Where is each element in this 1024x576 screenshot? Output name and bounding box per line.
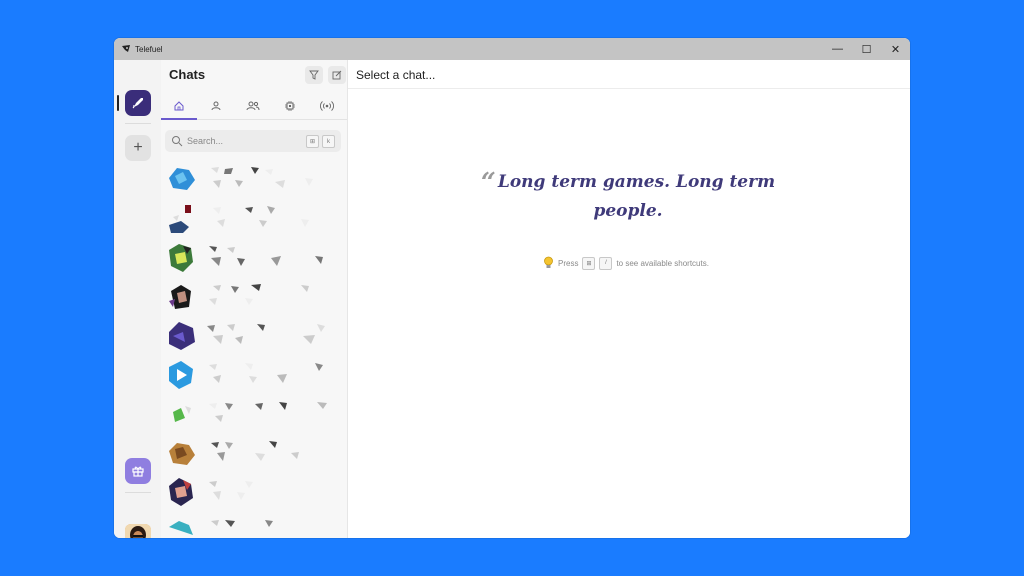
chat-preview-redacted [209,402,327,422]
gift-button[interactable] [125,458,151,484]
chat-preview-redacted [209,284,309,305]
search-input[interactable]: Search... ⊞ k [165,130,341,152]
window-title: Telefuel [135,44,163,54]
tab-direct[interactable] [198,93,234,119]
chats-title: Chats [169,67,206,82]
chat-preview-redacted [211,167,313,188]
add-workspace-button[interactable]: + [125,135,151,161]
shortcut-tip: Press ⊞ / to see available shortcuts. [543,256,709,270]
rail-divider [125,123,151,124]
rail-divider-bottom [125,492,151,493]
list-item[interactable] [161,394,347,433]
tab-groups[interactable] [235,93,271,119]
filter-button[interactable] [305,66,323,84]
chat-avatar [169,361,193,389]
chat-avatar [169,205,191,233]
chat-view: Select a chat... “Long term games. Long … [348,60,910,538]
chat-preview-redacted [207,324,325,344]
minimize-button[interactable]: — [823,38,852,60]
search-icon [172,136,183,147]
tip-prefix: Press [558,258,579,268]
user-avatar[interactable] [125,524,151,538]
title-bar[interactable]: Telefuel — ☐ ✕ [114,38,910,60]
list-item[interactable] [161,277,347,316]
chat-preview-redacted [211,441,299,461]
users-icon [246,101,260,111]
lightbulb-icon [544,256,553,268]
compose-button[interactable] [328,66,346,84]
list-item[interactable] [161,160,347,199]
edit-icon [332,70,342,80]
chat-preview-redacted [213,206,309,227]
tab-home[interactable] [161,93,197,120]
chat-list [161,160,347,538]
list-item[interactable] [161,199,347,238]
chat-avatar [169,168,195,190]
list-item[interactable] [161,472,347,511]
tab-channels[interactable] [309,93,345,119]
chat-preview-redacted [209,363,323,383]
select-chat-title: Select a chat... [356,68,436,82]
chat-avatar [169,443,195,465]
chat-avatar [169,244,193,272]
list-item[interactable] [161,355,347,394]
empty-state-quote: “Long term games. Long term people. [478,168,778,225]
list-item[interactable] [161,316,347,355]
chat-avatar [173,406,191,422]
rocket-icon [132,98,143,109]
workspace-rail: + [114,60,162,538]
chat-list-panel: Chats Search... ⊞ k [161,60,348,538]
chat-preview-redacted [209,481,253,500]
chat-preview-redacted [209,246,323,266]
app-window: Telefuel — ☐ ✕ + Chats Search... ⊞ k Sel… [114,38,910,538]
tip-suffix: to see available shortcuts. [616,258,709,268]
tip-shortcut-key: / [599,256,613,270]
home-icon [174,101,184,111]
filter-icon [309,70,319,80]
chat-avatar [169,285,191,309]
chat-avatar [169,322,195,350]
chat-avatar [169,521,193,535]
cmd-key-icon: ⊞ [582,256,596,270]
maximize-button[interactable]: ☐ [852,38,881,60]
list-item[interactable] [161,238,347,277]
list-item[interactable] [161,511,347,538]
chat-filter-tabs [161,93,347,120]
chip-icon [285,101,295,111]
active-indicator [117,95,119,111]
chat-header: Select a chat... [348,60,910,89]
list-item[interactable] [161,433,347,472]
search-placeholder: Search... [187,136,224,146]
chat-avatar [169,478,193,506]
cmd-key-icon: ⊞ [306,135,319,148]
close-button[interactable]: ✕ [881,38,910,60]
tab-bots[interactable] [272,93,308,119]
chat-preview-redacted [211,520,273,527]
search-shortcut-key: k [322,135,335,148]
quote-mark-icon: “ [480,168,496,198]
home-workspace-button[interactable] [125,90,151,116]
telefuel-logo-icon [121,44,131,54]
quote-text: Long term games. Long term people. [497,172,776,221]
user-icon [211,101,221,111]
broadcast-icon [320,101,334,111]
gift-icon [132,466,144,477]
